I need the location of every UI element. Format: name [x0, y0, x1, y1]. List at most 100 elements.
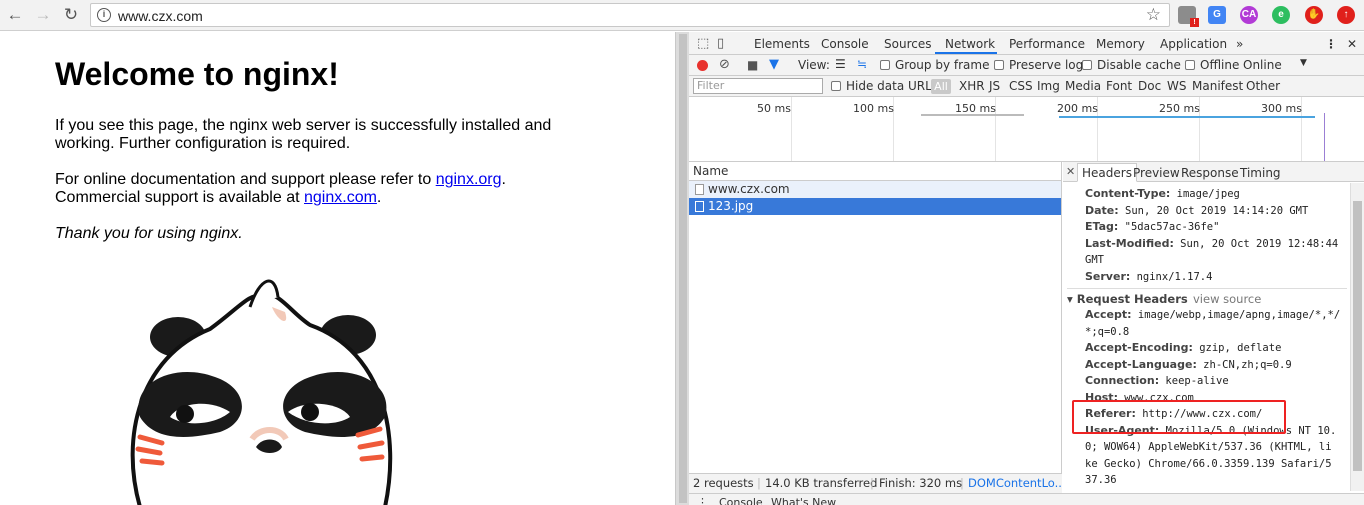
tab-console[interactable]: Console [821, 37, 869, 51]
timeline-tick: 250 ms [1159, 102, 1200, 115]
timeline-load-marker [1324, 113, 1325, 161]
bookmark-star-icon[interactable]: ☆ [1146, 5, 1161, 25]
timeline-tick: 300 ms [1261, 102, 1302, 115]
address-url[interactable]: www.czx.com [118, 8, 203, 24]
upload-icon[interactable]: ↑ [1337, 6, 1355, 24]
request-row-selected[interactable]: 123.jpg [689, 198, 1061, 215]
panel-splitter[interactable] [675, 32, 689, 505]
tab-preview[interactable]: Preview [1133, 166, 1180, 180]
type-filter-css[interactable]: CSS [1009, 79, 1033, 93]
timeline-bar-document [921, 114, 1024, 116]
translate-icon[interactable]: G [1208, 6, 1226, 24]
forward-arrow-icon[interactable]: → [34, 6, 52, 24]
hide-data-urls-checkbox[interactable] [831, 81, 841, 91]
tab-performance[interactable]: Performance [1009, 37, 1085, 51]
request-header-line: 37.36 [1085, 474, 1117, 486]
timeline-tick: 100 ms [853, 102, 894, 115]
request-row[interactable]: www.czx.com [689, 181, 1061, 198]
type-filter-doc[interactable]: Doc [1138, 79, 1161, 93]
type-filter-all[interactable]: All [931, 79, 951, 94]
document-file-icon [695, 184, 704, 195]
request-header-line: Accept-Language: zh-CN,zh;q=0.9 [1085, 357, 1292, 371]
type-filter-ws[interactable]: WS [1167, 79, 1186, 93]
group-by-frame-checkbox[interactable] [880, 60, 890, 70]
waterfall-view-icon[interactable]: ≒ [857, 57, 867, 71]
tab-timing[interactable]: Timing [1240, 166, 1281, 180]
back-arrow-icon[interactable]: ← [6, 6, 24, 24]
device-toggle-icon[interactable]: ▯ [717, 36, 724, 51]
request-header-line: *;q=0.8 [1085, 325, 1130, 338]
response-header-line: ETag: "5dac57ac-36fe" [1085, 220, 1220, 233]
offline-label: Offline [1200, 58, 1240, 72]
close-details-icon[interactable]: ✕ [1066, 165, 1075, 178]
nginx-com-link[interactable]: nginx.com [304, 189, 377, 206]
page-viewport: Welcome to nginx! If you see this page, … [0, 32, 675, 505]
tab-sources[interactable]: Sources [884, 37, 931, 51]
more-tabs-icon[interactable]: » [1236, 37, 1243, 51]
filter-funnel-icon[interactable]: ▼ [769, 57, 779, 72]
network-overview-timeline[interactable]: 50 ms 100 ms 150 ms 200 ms 250 ms 300 ms [689, 97, 1364, 162]
drawer-tab-whats-new[interactable]: What's New [771, 496, 836, 505]
view-source-link[interactable]: view source [1193, 292, 1261, 306]
address-bar[interactable]: i www.czx.com ☆ [90, 3, 1170, 27]
tab-application[interactable]: Application [1160, 37, 1227, 51]
tab-elements[interactable]: Elements [754, 37, 810, 51]
request-name: www.czx.com [708, 182, 790, 196]
name-column-header[interactable]: Name [689, 162, 1061, 181]
info-icon[interactable]: i [97, 8, 111, 22]
drawer-tab-console[interactable]: Console [719, 496, 763, 505]
type-filter-manifest[interactable]: Manifest [1192, 79, 1243, 93]
request-details-panel: ✕ Headers Preview Response Timing Conten… [1063, 162, 1364, 491]
type-filter-js[interactable]: JS [989, 79, 1000, 93]
request-header-line: 0; WOW64) AppleWebKit/537.36 (KHTML, li [1085, 441, 1332, 453]
timeline-tick: 200 ms [1057, 102, 1098, 115]
extension-badge-icon[interactable]: ! [1178, 6, 1199, 27]
headers-content: Content-Type: image/jpeg Date: Sun, 20 O… [1063, 183, 1350, 491]
request-header-line: Accept-Encoding: gzip, deflate [1085, 341, 1282, 354]
referer-highlight-box [1072, 400, 1286, 434]
offline-checkbox[interactable] [1185, 60, 1195, 70]
evernote-icon[interactable]: e [1272, 6, 1290, 24]
type-filter-xhr[interactable]: XHR [959, 79, 985, 93]
chevron-down-icon[interactable]: ▼ [1300, 58, 1307, 68]
finish-time: Finish: 320 ms [879, 476, 963, 490]
screenshot-camera-icon[interactable]: ■ [747, 58, 758, 72]
network-toolbar: ⊘ ■ ▼ View: ☰ ≒ Group by frame Preserve … [689, 55, 1364, 76]
adblock-icon[interactable]: ✋ [1305, 6, 1323, 24]
type-filter-other[interactable]: Other [1246, 79, 1280, 93]
scrollbar-thumb[interactable] [1353, 201, 1362, 471]
request-headers-section[interactable]: ▾ Request Headers view source [1067, 288, 1347, 306]
drawer-menu-icon[interactable]: ⋮ [697, 496, 708, 505]
kebab-menu-icon[interactable]: ⋮ [1325, 37, 1337, 51]
timeline-tick: 50 ms [757, 102, 791, 115]
image-file-icon [695, 201, 704, 212]
request-header-line: ke Gecko) Chrome/66.0.3359.139 Safari/5 [1085, 457, 1332, 470]
record-icon[interactable] [697, 60, 708, 71]
request-list: Name www.czx.com 123.jpg [689, 162, 1062, 477]
devtools-panel: ⬚ ▯ Elements Console Sources Network Per… [689, 32, 1364, 505]
page-scrollbar[interactable] [679, 34, 687, 503]
disable-cache-checkbox[interactable] [1082, 60, 1092, 70]
tab-memory[interactable]: Memory [1096, 37, 1145, 51]
type-filter-media[interactable]: Media [1065, 79, 1101, 93]
response-header-line: Last-Modified: Sun, 20 Oct 2019 12:48:44 [1085, 236, 1339, 250]
tab-headers[interactable]: Headers [1077, 163, 1137, 182]
type-filter-img[interactable]: Img [1037, 79, 1060, 93]
filter-bar: Filter Hide data URLs All XHR JS CSS Img… [689, 76, 1364, 97]
tab-network[interactable]: Network [945, 37, 995, 51]
throttle-select[interactable]: Online [1243, 58, 1282, 72]
reload-icon[interactable]: ↻ [62, 6, 80, 24]
tab-response[interactable]: Response [1181, 166, 1239, 180]
filter-input[interactable]: Filter [693, 78, 823, 94]
inspect-element-icon[interactable]: ⬚ [697, 36, 709, 51]
thanks-text: Thank you for using nginx. [55, 225, 243, 242]
clear-icon[interactable]: ⊘ [719, 57, 730, 72]
preserve-log-checkbox[interactable] [994, 60, 1004, 70]
close-devtools-icon[interactable]: ✕ [1347, 37, 1357, 51]
headers-scrollbar[interactable] [1350, 183, 1364, 491]
list-view-icon[interactable]: ☰ [835, 57, 846, 71]
intro-paragraph: If you see this page, the nginx web serv… [55, 117, 552, 152]
type-filter-font[interactable]: Font [1106, 79, 1132, 93]
ca-icon[interactable]: CA [1240, 6, 1258, 24]
nginx-org-link[interactable]: nginx.org [436, 171, 502, 188]
